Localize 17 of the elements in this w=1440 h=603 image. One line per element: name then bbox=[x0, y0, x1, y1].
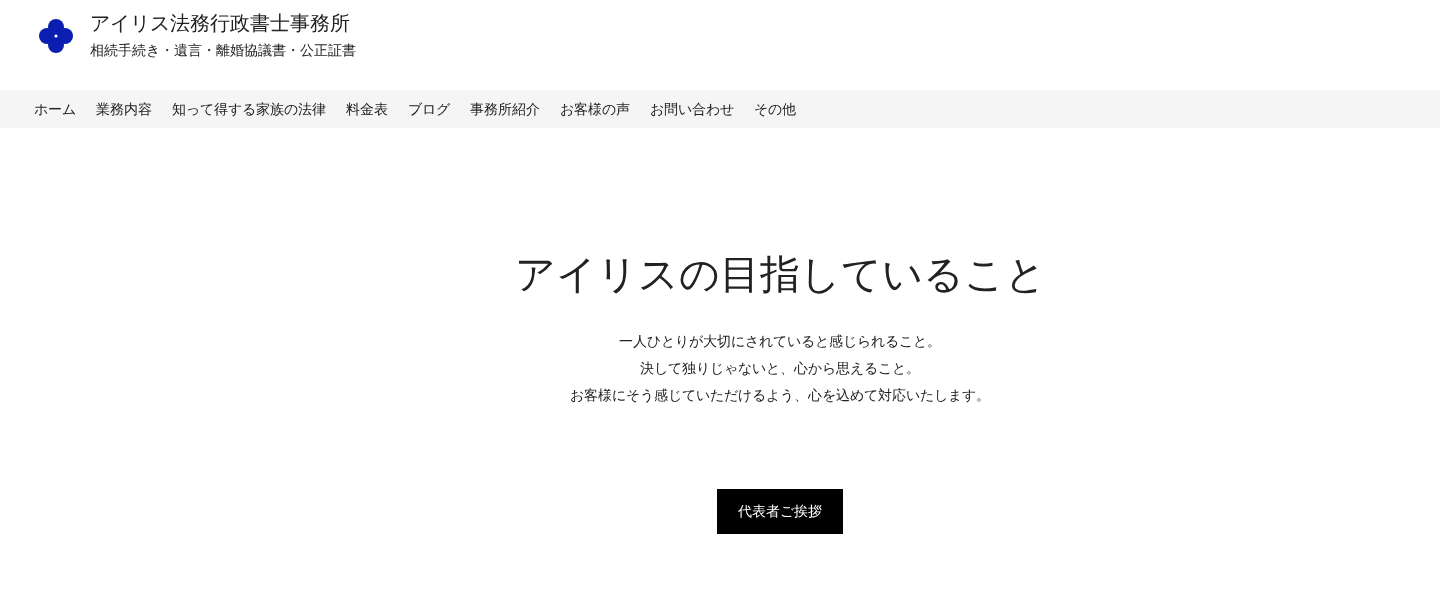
logo-icon bbox=[38, 18, 74, 54]
body-text-line: お客様にそう感じていただけるよう、心を込めて対応いたします。 bbox=[570, 386, 990, 405]
nav-link[interactable]: お客様の声 bbox=[550, 98, 640, 120]
nav-link[interactable]: 事務所紹介 bbox=[460, 98, 550, 120]
nav-link[interactable]: ブログ bbox=[398, 98, 460, 120]
nav-link[interactable]: 料金表 bbox=[336, 98, 398, 120]
nav-link[interactable]: その他 bbox=[744, 98, 806, 120]
nav-link[interactable]: お問い合わせ bbox=[640, 98, 744, 120]
body-text-line: 一人ひとりが大切にされていると感じられること。 bbox=[618, 332, 942, 351]
nav-link[interactable]: 知って得する家族の法律 bbox=[162, 98, 336, 120]
greeting-button[interactable]: 代表者ご挨拶 bbox=[717, 489, 843, 534]
nav-link[interactable]: 業務内容 bbox=[86, 98, 162, 120]
nav-link[interactable]: ホーム bbox=[24, 98, 86, 120]
site-tagline: 相続手続き・遺言・離婚協議書・公正証書 bbox=[90, 41, 356, 60]
section-heading: アイリスの目指していること bbox=[514, 250, 1046, 298]
body-text-line: 決して独りじゃないと、心から思えること。 bbox=[639, 359, 921, 378]
site-title: アイリス法務行政書士事務所 bbox=[90, 10, 351, 36]
